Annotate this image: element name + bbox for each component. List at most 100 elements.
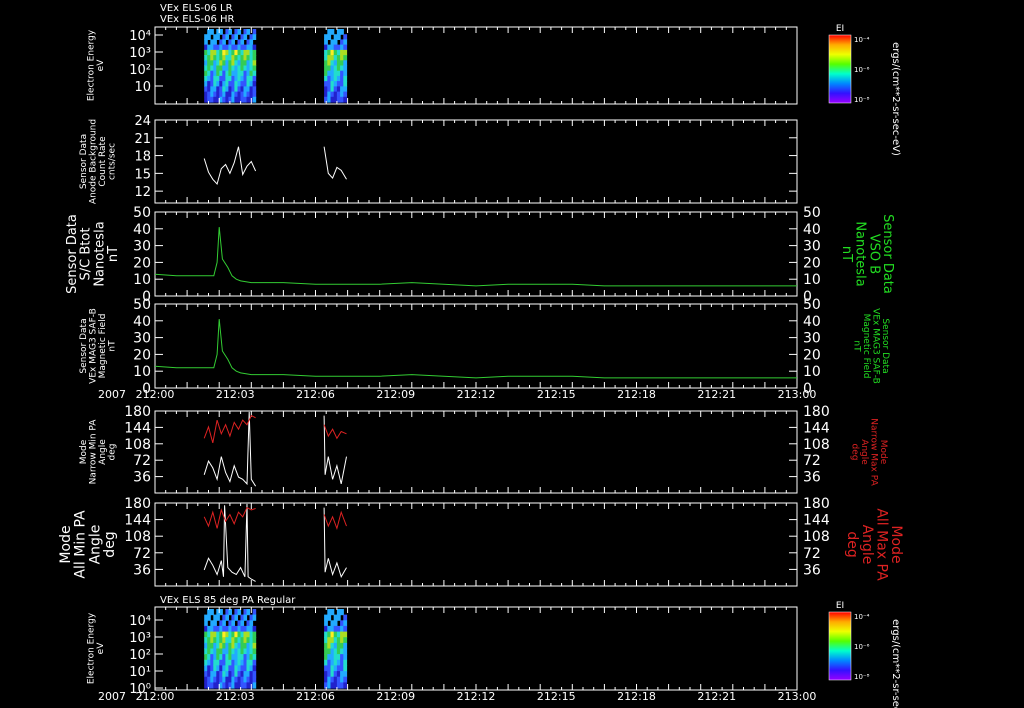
- panel-all_pa-ylabel-line: Mode: [58, 525, 74, 563]
- panel-els-85-regular-cell: [252, 609, 257, 616]
- panel-els-lr-hr-cell: [343, 75, 348, 82]
- panel-els-85-regular-xtick-label: 212:00: [136, 690, 175, 703]
- panel-els-85-regular-cell: [234, 659, 238, 666]
- panel-els-lr-hr-cell: [207, 60, 211, 67]
- panel-els-85-regular-cell: [249, 659, 254, 666]
- panel-all_pa-series-line: [323, 510, 347, 531]
- panel-mag_saf_b-ytick-label-right: 20: [803, 347, 821, 363]
- panel-els-lr-hr-colorbar: [828, 34, 852, 104]
- panel-els-lr-hr-cell: [234, 70, 238, 77]
- panel-els-lr-hr-cell: [252, 75, 257, 82]
- panel-els-lr-hr-cell: [249, 81, 254, 87]
- panel-els-lr-hr-cell: [222, 34, 226, 40]
- panel-els-85-regular-cell: [249, 671, 254, 678]
- panel-els-85-regular-colorbar-unit-text: ergs/(cm**2-sr-sec-eV): [890, 619, 901, 708]
- panel-els-85-regular-cell: [249, 631, 254, 638]
- panel-all_pa-ytick-label: 36: [133, 562, 151, 578]
- panel-els-85-regular-cell: [243, 614, 248, 621]
- panel-vso_b-ytick-label-right: 50: [803, 205, 821, 221]
- panel-els-85-regular-colorbar-tick: 10⁻⁶: [854, 643, 870, 651]
- panel-els-85-regular-xtick-label: 212:15: [537, 690, 576, 703]
- panel-mag_saf_b-xtick-label: 212:21: [697, 388, 736, 401]
- panel-els-85-regular-cell: [249, 642, 254, 650]
- panel-vso_b-right-label-line: nT: [839, 246, 854, 262]
- panel-els-lr-hr-cell: [249, 91, 254, 98]
- panel-els-85-regular-cell: [343, 654, 348, 661]
- panel-vso_b-ytick-label: 40: [133, 222, 151, 238]
- panel-els-85-regular-cell: [252, 659, 257, 666]
- panel-els-85-regular-cell: [222, 625, 226, 633]
- panel-els-85-regular-cell: [216, 614, 220, 621]
- panel-narrow_pa-ytick-label-right: 72: [803, 453, 821, 469]
- panel-els-lr-hr-cell: [249, 60, 254, 67]
- panel-els-85-regular-cell: [207, 637, 211, 644]
- panel-els-85-regular-cell: [207, 614, 211, 621]
- panel-els-lr-hr-cell: [234, 34, 238, 40]
- panel-all_pa-ytick-label-right: 108: [803, 529, 830, 545]
- panel-all_pa-right-label-line: Angle: [859, 525, 875, 565]
- panel-els-lr-hr-cell: [252, 34, 257, 40]
- panel-els-lr-hr-cell: [207, 55, 211, 61]
- panel-mag_saf_b-ytick-label: 40: [133, 314, 151, 330]
- panel-els-85-regular-ytick-label: 10³: [129, 631, 151, 646]
- panel-els-85-regular-cell: [343, 665, 348, 672]
- panel-els-lr-hr-cell: [252, 65, 257, 72]
- panel-all_pa-ylabel-line: All Min PA: [73, 510, 89, 579]
- panel-els-lr-hr-cell: [249, 70, 254, 77]
- panel-els-85-regular-cell: [249, 648, 254, 655]
- multi-panel-time-series: VEx ELS-06 LRVEx ELS-06 HR 10 10² 10³ 10⁴ Ele…: [58, 3, 904, 708]
- panel-els-lr-hr-cell: [222, 70, 226, 77]
- panel-narrow_pa-ytick-label-right: 36: [803, 470, 821, 486]
- panel-els-lr-hr-cell: [252, 49, 257, 56]
- panel-els-85-regular-header: VEx ELS 85 deg PA Regular: [160, 595, 296, 606]
- panel-els-lr-hr-ytick-label: 10³: [129, 46, 151, 61]
- panel-els-85-regular-cell: [252, 665, 257, 672]
- panel-vso_b-frame: [154, 211, 798, 297]
- panel-all_pa-right-label-line: deg: [844, 531, 860, 557]
- panel-els-85-regular-xtick-label: 213:00: [778, 690, 817, 703]
- panel-els-85-regular-cell: [222, 648, 226, 655]
- panel-els-lr-hr-cell: [343, 55, 348, 61]
- panel-els-85-regular-cell: [340, 609, 344, 616]
- panel-els-85-regular-cell: [343, 671, 348, 678]
- panel-els-lr-hr-cell: [343, 81, 348, 87]
- panel-els-85-regular-xtick-label: 212:12: [457, 690, 496, 703]
- panel-els-85-regular-colorbar-tick: 10⁻⁴: [854, 613, 870, 621]
- panel-els-85-regular-cell: [207, 676, 211, 683]
- panel-mag_saf_b-xtick-label: 212:06: [296, 388, 335, 401]
- panel-els-lr-hr-cell: [207, 70, 211, 77]
- panel-els-lr-hr-cell: [207, 75, 211, 82]
- panel-els-85-regular-cell: [343, 637, 348, 644]
- panel-els-lr-hr-colorbar-unit-text: ergs/(cm**2-sr-sec-eV): [890, 42, 901, 156]
- panel-mag_saf_b-xtick-label: 212:09: [376, 388, 415, 401]
- panel-narrow_pa-ytick-label: 72: [133, 453, 151, 469]
- panel-els-85-regular-cell: [207, 625, 211, 633]
- panel-narrow_pa-series-line: [323, 424, 347, 440]
- panel-els-85-regular-cell: [222, 620, 226, 627]
- panel-narrow_pa-ytick-label: 180: [124, 404, 151, 420]
- panel-els-lr-hr-cell: [343, 49, 348, 56]
- panel-els-lr-hr-cell: [246, 29, 251, 35]
- panel-els-85-regular-colorbar: [828, 611, 852, 681]
- panel-mag_saf_b-ytick-label-right: 50: [803, 297, 821, 313]
- panel-mag_saf_b-xtick-label: 212:12: [457, 388, 496, 401]
- panel-els-lr-hr-cell: [252, 29, 257, 35]
- panel-els-lr-hr-cell: [219, 29, 223, 35]
- panel-narrow_pa-right-label: ModeNarrow Max PAAngledeg: [850, 418, 888, 486]
- panel-narrow_pa-frame: [154, 410, 798, 494]
- panel-els-lr-hr-cell: [207, 86, 211, 93]
- panel-els-85-regular-cell: [252, 648, 257, 655]
- panel-els-85-regular-cell: [222, 676, 226, 683]
- panel-els-85-regular-cell: [231, 620, 235, 627]
- panel-els-lr-hr-cell: [234, 29, 238, 35]
- panel-els-85-regular-cell: [234, 676, 238, 683]
- panel-els-lr-hr-cell: [243, 34, 248, 40]
- panel-els-lr-hr-cell: [249, 86, 254, 93]
- panel-els-85-regular-ylabel: Electron Energy eV: [86, 612, 105, 684]
- panel-els-85-regular-cell: [234, 654, 238, 661]
- panel-narrow_pa-right-label-line: deg: [850, 444, 860, 461]
- panel-narrow_pa-ytick-label-right: 180: [803, 404, 830, 420]
- panel-els-lr-hr-cell: [207, 81, 211, 87]
- panel-els-lr-hr-cell: [249, 39, 254, 46]
- panel-els-lr-hr-cell: [333, 39, 338, 46]
